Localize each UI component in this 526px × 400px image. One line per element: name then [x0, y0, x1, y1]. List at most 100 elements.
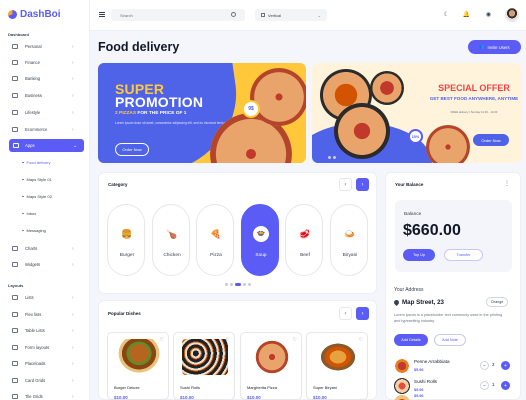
sidebar-item-finance[interactable]: Finance › [0, 56, 90, 69]
balance-title: Your Balance [395, 182, 424, 187]
sidebar-item-table-lists[interactable]: Table Lists › [0, 324, 90, 337]
category-pizza[interactable]: 🍕 Pizza [196, 204, 234, 276]
sidebar-item-widgets[interactable]: Widgets › [0, 258, 90, 271]
sidebar-item-label: Table Lists [25, 328, 45, 333]
sidebar-item-lifestyle[interactable]: Lifestyle › [0, 106, 90, 119]
globe-icon[interactable]: ◉ [484, 10, 493, 19]
dish-image [116, 339, 162, 375]
tile-grid-icon [12, 394, 18, 399]
chevron-right-icon: › [72, 294, 74, 301]
dish-price: $10.00 [114, 395, 128, 400]
sidebar-subitem-inbox[interactable]: Inbox [22, 211, 36, 216]
table-icon [12, 328, 18, 333]
chevron-right-icon: › [72, 311, 74, 318]
arrow-right-button[interactable]: › [356, 178, 369, 191]
subitem-label: Messaging [26, 228, 46, 233]
increase-button[interactable]: + [501, 361, 510, 370]
add-note-button[interactable]: Add Note [434, 334, 466, 346]
search-input[interactable]: Search [111, 9, 245, 21]
hamburger-icon[interactable] [99, 12, 105, 17]
change-address-button[interactable]: Change [486, 297, 508, 307]
section-dashboard: Dashboard [8, 32, 29, 37]
add-details-button[interactable]: Add Details [394, 334, 428, 346]
chevron-right-icon: › [72, 377, 74, 384]
chevron-down-icon: ⌄ [73, 142, 78, 149]
sidebar-item-label: Lists [25, 295, 34, 300]
sidebar-item-label: Tile Grids [25, 394, 43, 399]
dish-card[interactable]: ♡ Sushi Rolls $10.00 [173, 332, 235, 400]
dish-image [182, 339, 228, 375]
heart-icon[interactable]: ♡ [359, 337, 363, 343]
sidebar-item-charts[interactable]: Charts › [0, 242, 90, 255]
category-soup[interactable]: 🍲 Soup [241, 204, 279, 276]
sidebar-item-business[interactable]: Business › [0, 89, 90, 102]
more-vertical-icon[interactable]: ⋮ [504, 180, 510, 187]
sidebar-item-ecommerce[interactable]: Ecommerce › [0, 123, 90, 136]
carousel-dots[interactable] [320, 156, 336, 159]
sidebar-item-label: Business [25, 93, 42, 98]
sidebar-item-personal[interactable]: Personal › [0, 40, 90, 53]
sidebar-item-form-layouts[interactable]: Form layouts › [0, 341, 90, 354]
sidebar-item-lists[interactable]: Lists › [0, 291, 90, 304]
decrease-button[interactable]: − [480, 381, 489, 390]
apps-icon [13, 143, 19, 148]
chevron-right-icon: › [72, 344, 74, 351]
arrow-right-button[interactable]: › [356, 307, 369, 320]
order-now-button[interactable]: Order Now [115, 143, 149, 156]
sidebar-item-tile-grids[interactable]: Tile Grids › [0, 390, 90, 400]
layout-select-value: Vertical [268, 12, 282, 18]
category-dots[interactable] [225, 283, 251, 286]
heart-icon[interactable]: ♡ [226, 337, 230, 343]
chevron-right-icon: › [72, 75, 74, 82]
dish-image [315, 339, 361, 375]
dish-price: $10.00 [313, 395, 327, 400]
category-beef[interactable]: 🥩 Beef [285, 204, 323, 276]
sidebar-item-card-grids[interactable]: Card Grids › [0, 374, 90, 387]
dish-card[interactable]: ♡ Margherita Pizza $10.00 [240, 332, 302, 400]
order-qty: 1 [492, 382, 495, 387]
map-pin-icon [392, 298, 401, 307]
sidebar-item-apps[interactable]: Apps ⌄ [9, 139, 84, 152]
arrow-left-button[interactable]: ‹ [339, 178, 352, 191]
arrow-left-button[interactable]: ‹ [339, 307, 352, 320]
beef-icon: 🥩 [299, 229, 311, 239]
logo-icon [8, 10, 17, 19]
sidebar-item-label: Placeloads [25, 361, 46, 366]
business-icon [12, 93, 18, 98]
bell-icon[interactable]: 🔔 [462, 10, 471, 19]
search-placeholder: Search [120, 13, 133, 18]
banner-subtitle: GET BEST FOOD ANYWHERE, ANYTIME [429, 96, 519, 101]
decrease-button[interactable]: − [480, 361, 489, 370]
logo[interactable]: DashBoi [8, 9, 61, 20]
transfer-button[interactable]: Transfer [444, 249, 483, 261]
category-biryani[interactable]: 🍛 Biryani [330, 204, 368, 276]
banner-title: SUPER PROMOTION [115, 82, 203, 109]
order-now-button[interactable]: Order Now [473, 134, 509, 146]
pizza-icon: 🍕 [210, 229, 222, 239]
sidebar-item-placeloads[interactable]: Placeloads › [0, 357, 90, 370]
avatar[interactable] [505, 8, 519, 22]
moon-icon[interactable]: ☾ [442, 10, 451, 19]
order-item: $5.96 [394, 394, 512, 400]
heart-icon[interactable]: ♡ [160, 337, 164, 343]
widgets-icon [12, 262, 18, 267]
category-burger[interactable]: 🍔 Burger [107, 204, 145, 276]
balance-amount: $660.00 [403, 222, 461, 239]
sidebar-item-banking[interactable]: Banking › [0, 72, 90, 85]
sidebar-subitem-maps-01[interactable]: Maps Style 01 [22, 177, 52, 182]
sidebar-subitem-messaging[interactable]: Messaging [22, 228, 46, 233]
top-up-button[interactable]: Top Up [403, 249, 435, 261]
invite-users-button[interactable]: 👥 Invite Users [468, 40, 521, 54]
dish-card[interactable]: ♡ Burger Deluxe $10.00 [107, 332, 169, 400]
layout-select[interactable]: Vertical ⌄ [255, 9, 327, 21]
category-chicken[interactable]: 🍗 Chicken [152, 204, 190, 276]
increase-button[interactable]: + [501, 381, 510, 390]
sidebar-subitem-food-delivery[interactable]: Food delivery [22, 160, 51, 165]
sidebar-item-flex-lists[interactable]: Flex lists › [0, 308, 90, 321]
chevron-right-icon: › [72, 360, 74, 367]
sidebar-subitem-maps-02[interactable]: Maps Style 02 [22, 194, 52, 199]
banner-subtitle-highlight: 2 PIZZAS [115, 111, 137, 116]
heart-icon[interactable]: ♡ [293, 337, 297, 343]
dish-card[interactable]: ♡ Super Biryani $10.00 [306, 332, 368, 400]
chevron-down-icon: ⌄ [317, 12, 321, 18]
